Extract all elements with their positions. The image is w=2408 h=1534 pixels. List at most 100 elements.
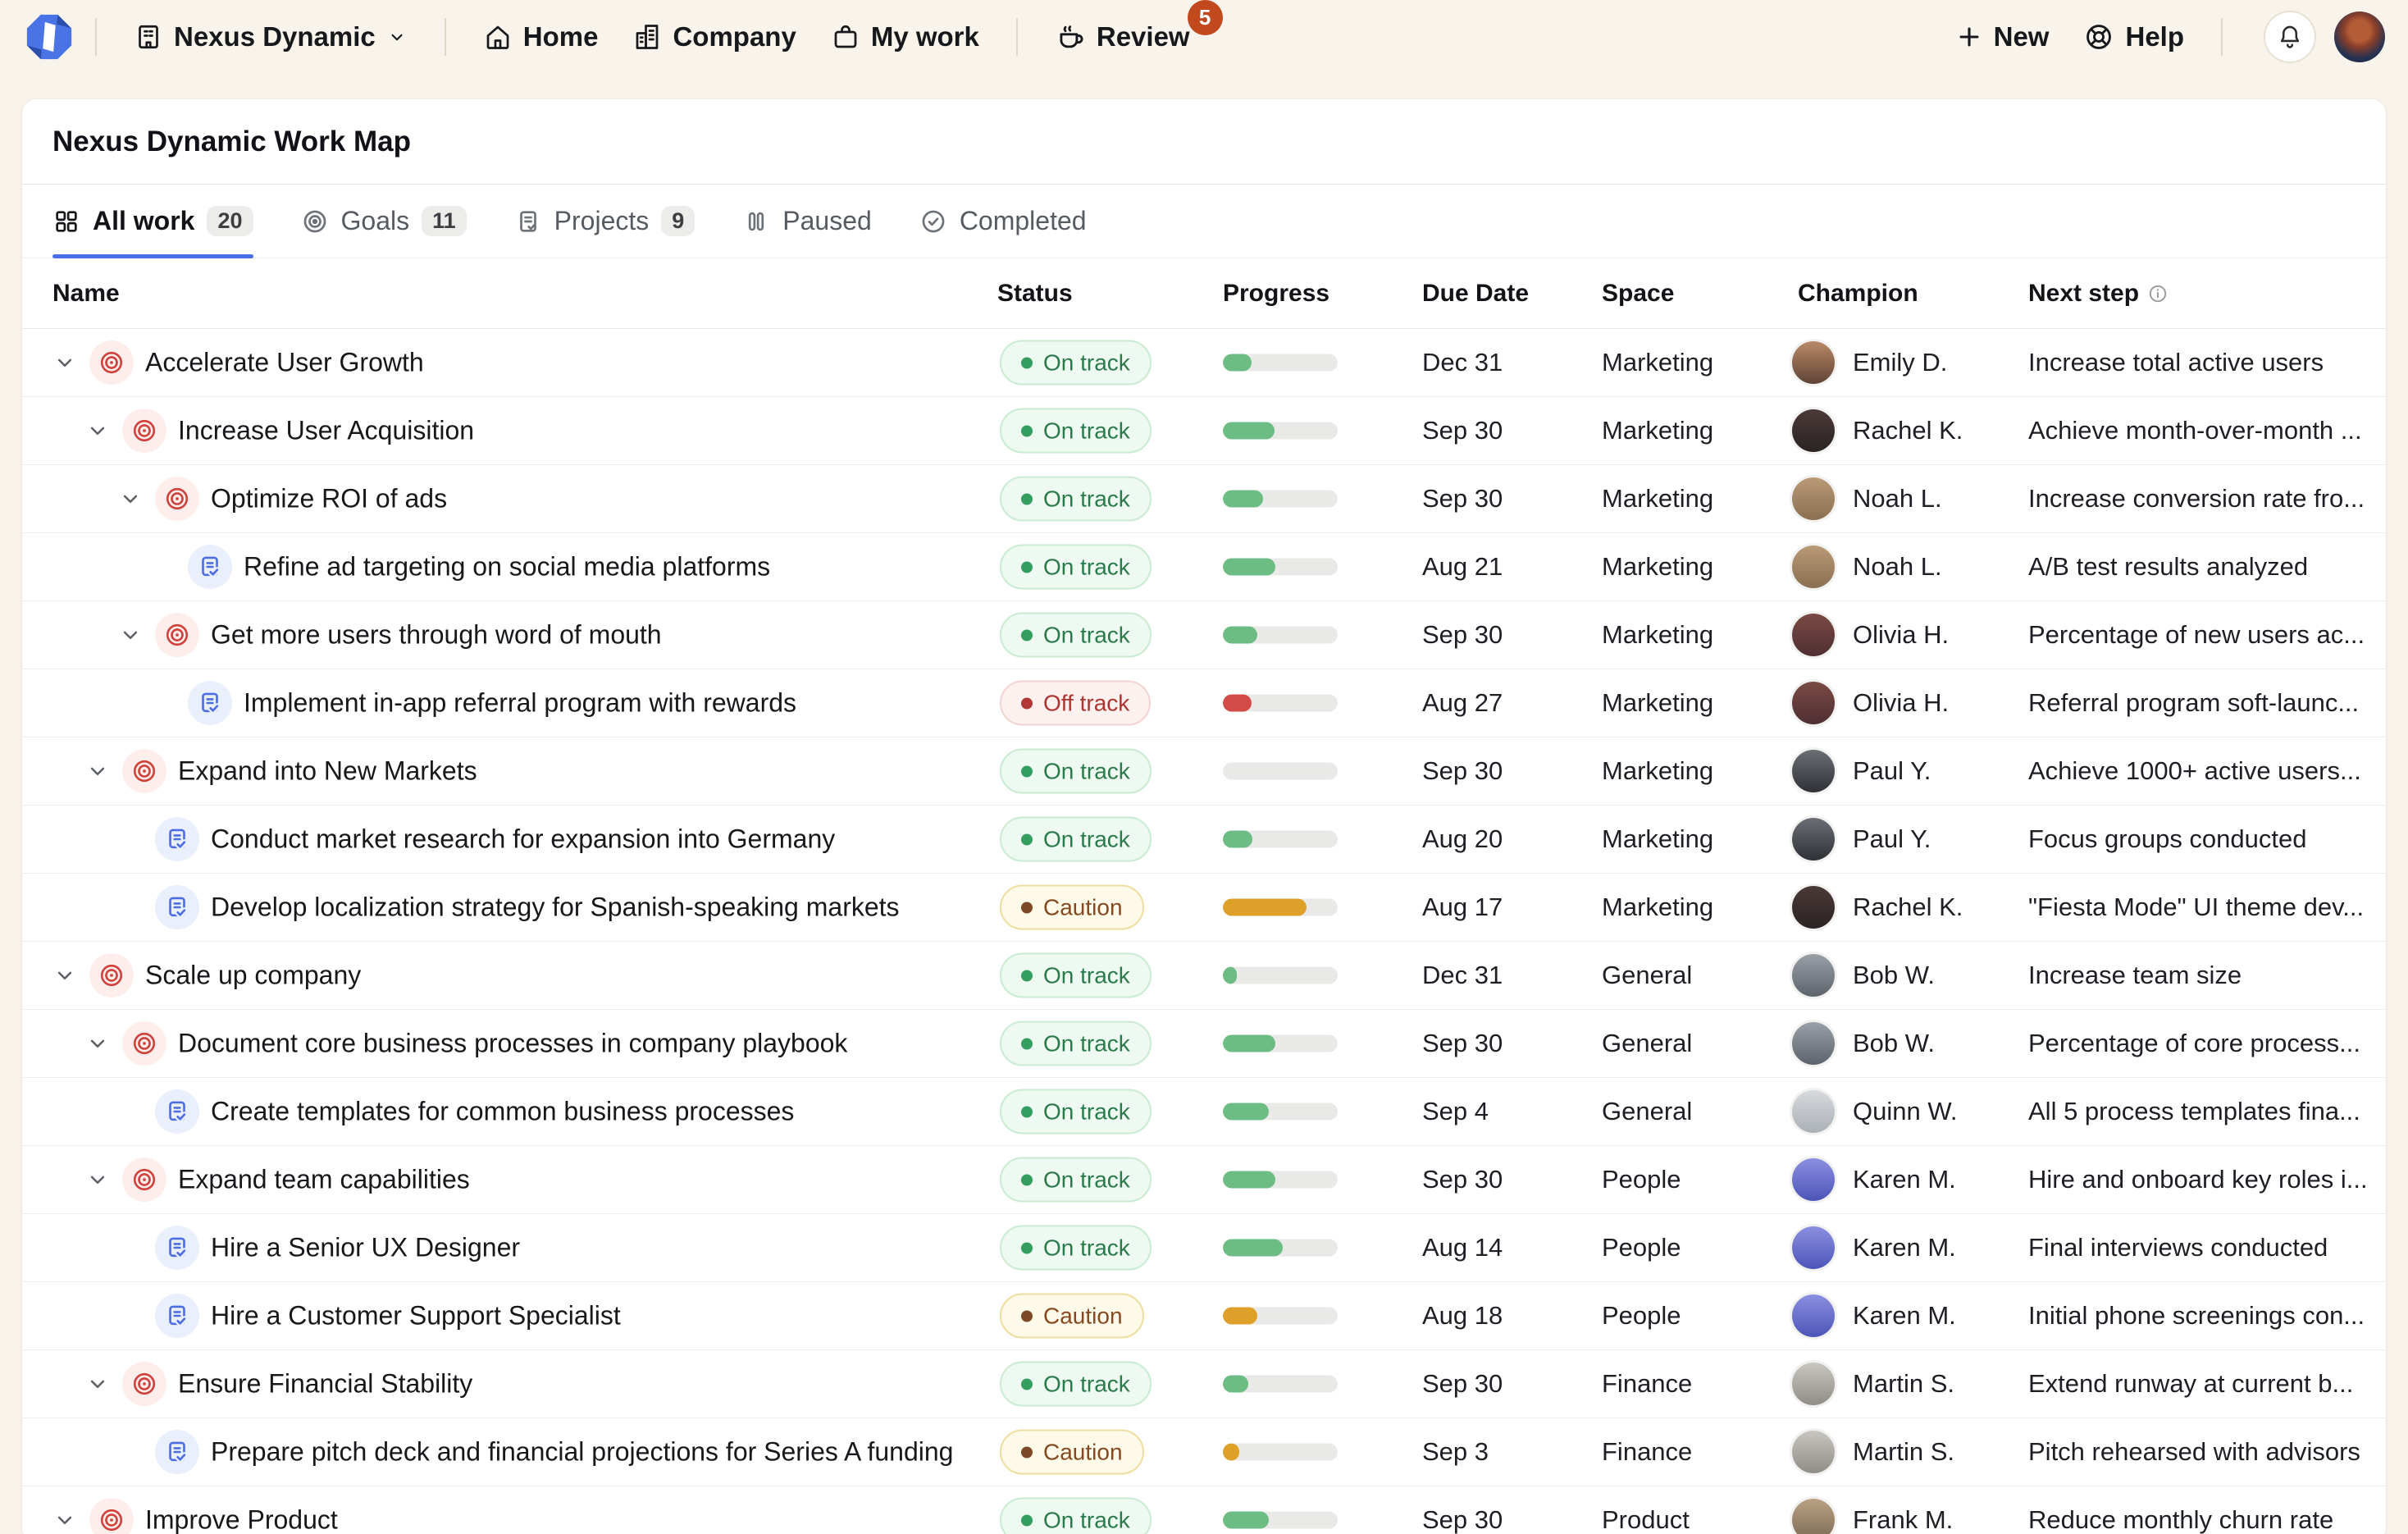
status-pill[interactable]: On track <box>1000 1089 1152 1135</box>
status-pill[interactable]: On track <box>1000 1498 1152 1534</box>
app-logo-icon[interactable] <box>23 11 75 63</box>
space: General <box>1602 1029 1692 1058</box>
row-expand-chevron-icon[interactable] <box>116 484 145 514</box>
row-name[interactable]: Accelerate User Growth <box>145 348 424 378</box>
row-name[interactable]: Get more users through word of mouth <box>211 620 662 651</box>
status-pill[interactable]: Caution <box>1000 1430 1144 1475</box>
status-dot <box>1021 493 1033 504</box>
row-name[interactable]: Prepare pitch deck and financial project… <box>211 1437 953 1468</box>
table-row[interactable]: Develop localization strategy for Spanis… <box>22 874 2386 942</box>
work-map-card: Nexus Dynamic Work Map All work 20 Goals… <box>21 98 2387 1534</box>
nav-item-home[interactable]: Home <box>483 21 599 53</box>
progress-bar <box>1223 1376 1338 1393</box>
row-expand-chevron-icon[interactable] <box>83 1165 112 1194</box>
status-pill[interactable]: On track <box>1000 749 1152 794</box>
row-name[interactable]: Scale up company <box>145 961 361 991</box>
table-row[interactable]: Refine ad targeting on social media plat… <box>22 533 2386 601</box>
row-name[interactable]: Refine ad targeting on social media plat… <box>244 552 770 582</box>
table-row[interactable]: Improve ProductOn trackSep 30ProductFran… <box>22 1486 2386 1534</box>
tab-count: 9 <box>661 206 695 236</box>
status-pill[interactable]: On track <box>1000 1362 1152 1407</box>
workspace-switcher[interactable]: Nexus Dynamic <box>134 21 408 53</box>
row-name[interactable]: Develop localization strategy for Spanis… <box>211 893 900 923</box>
row-expand-chevron-icon[interactable] <box>116 620 145 650</box>
champion-name: Bob W. <box>1853 961 1935 990</box>
row-name[interactable]: Optimize ROI of ads <box>211 484 447 514</box>
coffee-cup-icon <box>1055 21 1086 53</box>
status-pill[interactable]: On track <box>1000 613 1152 658</box>
table-row[interactable]: Increase User AcquisitionOn trackSep 30M… <box>22 397 2386 465</box>
row-name[interactable]: Conduct market research for expansion in… <box>211 824 835 855</box>
tab-all-work[interactable]: All work 20 <box>52 185 253 258</box>
goal-icon <box>122 1157 166 1202</box>
table-row[interactable]: Accelerate User GrowthOn trackDec 31Mark… <box>22 329 2386 397</box>
champion-name: Karen M. <box>1853 1233 1956 1262</box>
table-row[interactable]: Hire a Senior UX DesignerOn trackAug 14P… <box>22 1214 2386 1282</box>
table-row[interactable]: Get more users through word of mouth On t… <box>22 601 2386 669</box>
table-row[interactable]: Prepare pitch deck and financial project… <box>22 1418 2386 1486</box>
briefcase-icon <box>831 22 860 52</box>
user-avatar[interactable] <box>2334 11 2385 62</box>
status-pill[interactable]: Caution <box>1000 1294 1144 1339</box>
row-expand-chevron-icon[interactable] <box>83 416 112 445</box>
row-name[interactable]: Ensure Financial Stability <box>178 1369 472 1399</box>
table-row[interactable]: Create templates for common business pro… <box>22 1078 2386 1146</box>
info-icon[interactable] <box>2147 283 2169 304</box>
table-row[interactable]: Hire a Customer Support Specialist Cautio… <box>22 1282 2386 1350</box>
table-row[interactable]: Conduct market research for expansion in… <box>22 806 2386 874</box>
status-dot <box>1021 765 1033 777</box>
row-expand-chevron-icon[interactable] <box>83 1029 112 1058</box>
tab-projects[interactable]: Projects 9 <box>514 185 695 258</box>
status-pill[interactable]: On track <box>1000 817 1152 862</box>
nav-item-company[interactable]: Company <box>632 21 796 53</box>
tab-goals[interactable]: Goals 11 <box>301 185 467 258</box>
nav-divider <box>95 18 97 56</box>
row-expand-chevron-icon[interactable] <box>83 1369 112 1399</box>
row-name[interactable]: Hire a Senior UX Designer <box>211 1233 520 1263</box>
row-expand-chevron-icon[interactable] <box>83 756 112 786</box>
status-pill[interactable]: On track <box>1000 953 1152 998</box>
row-name[interactable]: Expand team capabilities <box>178 1165 470 1195</box>
row-name[interactable]: Implement in-app referral program with r… <box>244 688 796 719</box>
nav-item-my-work[interactable]: My work <box>831 21 979 53</box>
status-pill[interactable]: On track <box>1000 1226 1152 1271</box>
space: Marketing <box>1602 756 1713 786</box>
table-row[interactable]: Document core business processes in comp… <box>22 1010 2386 1078</box>
column-header-champion: Champion <box>1798 280 1918 308</box>
progress-bar <box>1223 967 1338 984</box>
notifications-button[interactable] <box>2264 11 2316 63</box>
champion-avatar <box>1792 1431 1835 1473</box>
tab-paused[interactable]: Paused <box>742 185 872 258</box>
row-name[interactable]: Increase User Acquisition <box>178 416 474 446</box>
next-step: Final interviews conducted <box>2028 1233 2328 1262</box>
status-pill[interactable]: On track <box>1000 477 1152 522</box>
new-button[interactable]: New <box>1955 21 2050 53</box>
table-row[interactable]: Expand into New MarketsOn trackSep 30Mar… <box>22 737 2386 806</box>
status-dot <box>1021 1174 1033 1185</box>
nav-item-review[interactable]: Review 5 <box>1055 21 1190 53</box>
status-pill[interactable]: On track <box>1000 1021 1152 1066</box>
row-expand-chevron-icon[interactable] <box>50 961 80 990</box>
row-name[interactable]: Create templates for common business pro… <box>211 1097 794 1127</box>
champion-name: Martin S. <box>1853 1369 1954 1399</box>
status-pill[interactable]: On track <box>1000 340 1152 386</box>
row-name[interactable]: Expand into New Markets <box>178 756 477 787</box>
status-pill[interactable]: On track <box>1000 1157 1152 1203</box>
status-pill[interactable]: Caution <box>1000 885 1144 930</box>
status-pill[interactable]: Off track <box>1000 681 1151 726</box>
row-expand-chevron-icon[interactable] <box>50 1505 80 1534</box>
table-row[interactable]: Implement in-app referral program with r… <box>22 669 2386 737</box>
help-button[interactable]: Help <box>2083 21 2184 53</box>
table-row[interactable]: Scale up companyOn trackDec 31GeneralBob… <box>22 942 2386 1010</box>
row-name[interactable]: Document core business processes in comp… <box>178 1029 847 1059</box>
status-pill[interactable]: On track <box>1000 409 1152 454</box>
row-name[interactable]: Hire a Customer Support Specialist <box>211 1301 621 1331</box>
nav-divider <box>1016 18 1018 56</box>
table-row[interactable]: Ensure Financial StabilityOn trackSep 30… <box>22 1350 2386 1418</box>
tab-completed[interactable]: Completed <box>919 185 1087 258</box>
status-pill[interactable]: On track <box>1000 545 1152 590</box>
row-expand-chevron-icon[interactable] <box>50 348 80 377</box>
table-row[interactable]: Optimize ROI of adsOn trackSep 30Marketi… <box>22 465 2386 533</box>
row-name[interactable]: Improve Product <box>145 1505 338 1534</box>
table-row[interactable]: Expand team capabilitiesOn trackSep 30Pe… <box>22 1146 2386 1214</box>
